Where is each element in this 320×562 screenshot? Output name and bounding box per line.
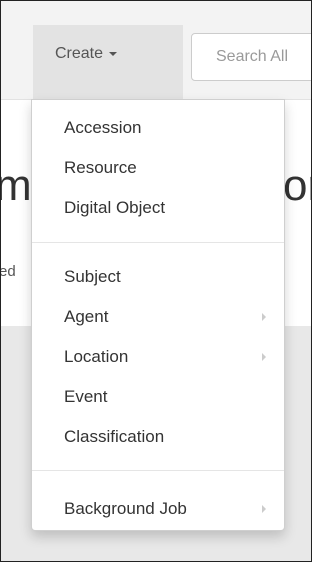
menu-item-label: Location <box>64 347 129 366</box>
menu-item-label: Event <box>64 387 108 406</box>
menu-item-label: Subject <box>64 267 121 286</box>
heading-fragment-right: or <box>283 161 311 210</box>
menu-item-background-job[interactable]: Background Job <box>32 489 284 529</box>
menu-item-resource[interactable]: Resource <box>32 148 284 188</box>
create-label: Create <box>55 45 104 62</box>
menu-item-label: Agent <box>64 307 109 326</box>
screenshot-frame: Create Search All m or ed Accession Reso… <box>0 0 312 562</box>
menu-item-agent[interactable]: Agent <box>32 297 284 337</box>
create-dropdown-menu: Accession Resource Digital Object Subjec… <box>31 99 285 531</box>
menu-divider <box>32 242 284 243</box>
search-input[interactable]: Search All <box>191 33 311 81</box>
menu-item-accession[interactable]: Accession <box>32 108 284 148</box>
menu-item-label: Background Job <box>64 499 187 518</box>
menu-item-label: Digital Object <box>64 198 166 217</box>
caret-down-icon <box>109 51 118 56</box>
menu-item-subject[interactable]: Subject <box>32 257 284 297</box>
chevron-right-icon <box>262 505 266 513</box>
heading-fragment-left: m <box>1 161 32 211</box>
menu-divider <box>32 470 284 471</box>
menu-item-label: Classification <box>64 427 165 446</box>
create-dropdown-toggle[interactable]: Create <box>33 25 183 99</box>
menu-item-classification[interactable]: Classification <box>32 417 284 457</box>
menu-item-event[interactable]: Event <box>32 377 284 417</box>
chevron-right-icon <box>262 353 266 361</box>
menu-item-digital-object[interactable]: Digital Object <box>32 188 284 228</box>
menu-item-location[interactable]: Location <box>32 337 284 377</box>
menu-item-label: Accession <box>64 118 142 137</box>
chevron-right-icon <box>262 313 266 321</box>
background-subtext: ed <box>0 263 16 280</box>
menu-item-label: Resource <box>64 158 137 177</box>
search-placeholder: Search All <box>216 48 289 65</box>
navbar: Create Search All <box>1 1 311 100</box>
